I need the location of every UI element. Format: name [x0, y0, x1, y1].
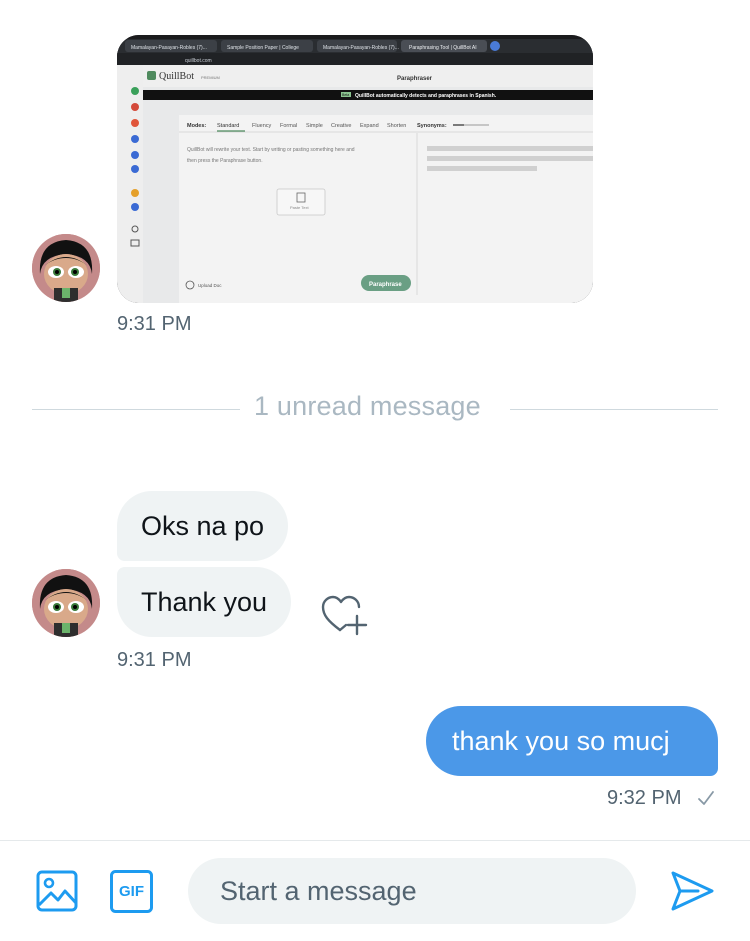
- avatar[interactable]: [32, 569, 100, 637]
- quillbot-screenshot: Mamalayan-Pasayan-Robles (7)... Sample P…: [117, 35, 593, 303]
- plan-label: PREMIUM: [201, 75, 220, 80]
- input-hint-line1: QuillBot will rewrite your text. Start b…: [187, 147, 355, 153]
- composer-divider: [0, 840, 750, 841]
- check-icon: [696, 788, 716, 808]
- avatar[interactable]: [32, 234, 100, 302]
- paraphrase-button: Paraphrase: [369, 282, 402, 288]
- gif-label: GIF: [119, 883, 144, 900]
- mode-standard: Standard: [217, 123, 239, 129]
- mode-fluency: Fluency: [252, 123, 272, 129]
- mode-shorten: Shorten: [387, 123, 406, 129]
- page-title: Paraphraser: [397, 76, 433, 82]
- outgoing-timestamp: 9:32 PM: [607, 787, 682, 809]
- photo-timestamp: 9:31 PM: [117, 313, 192, 335]
- mode-simple: Simple: [306, 123, 323, 129]
- input-hint-line2: then press the Paraphrase button.: [187, 158, 263, 164]
- paste-text-label: Paste Text: [290, 205, 309, 210]
- message-input[interactable]: [188, 858, 636, 924]
- react-heart-icon[interactable]: [320, 594, 370, 636]
- upload-doc-label: Upload Doc: [198, 283, 222, 288]
- gif-icon[interactable]: GIF: [109, 869, 154, 914]
- modes-label: Modes:: [187, 123, 206, 129]
- address-bar: quillbot.com: [185, 58, 212, 64]
- mode-creative: Creative: [331, 123, 351, 129]
- incoming-message[interactable]: Thank you: [117, 567, 292, 637]
- send-icon[interactable]: [668, 868, 716, 914]
- banner-badge: Beta: [342, 93, 349, 97]
- banner-text: QuillBot automatically detects and parap…: [355, 93, 497, 99]
- outgoing-message[interactable]: thank you so mucj: [426, 706, 718, 776]
- browser-tab-4: Paraphrasing Tool | QuillBot AI: [409, 45, 477, 51]
- browser-tab-1: Mamalayan-Pasayan-Robles (7)...: [131, 45, 207, 51]
- incoming-message[interactable]: Oks na po: [117, 491, 289, 561]
- incoming-timestamp: 9:31 PM: [117, 649, 192, 671]
- browser-tab-2: Sample Position Paper | College: [227, 45, 299, 51]
- photo-attachment[interactable]: Mamalayan-Pasayan-Robles (7)... Sample P…: [117, 35, 593, 303]
- synonyms-label: Synonyms:: [417, 123, 447, 129]
- mode-expand: Expand: [360, 123, 379, 129]
- mode-formal: Formal: [280, 123, 297, 129]
- image-icon[interactable]: [35, 869, 79, 913]
- divider-line-right: [510, 409, 718, 410]
- browser-tab-3: Mamalayan-Pasayan-Robles (7)...: [323, 45, 399, 51]
- divider-line-left: [32, 409, 240, 410]
- unread-divider-label: 1 unread message: [254, 391, 481, 421]
- quillbot-logo-text: QuillBot: [159, 71, 194, 82]
